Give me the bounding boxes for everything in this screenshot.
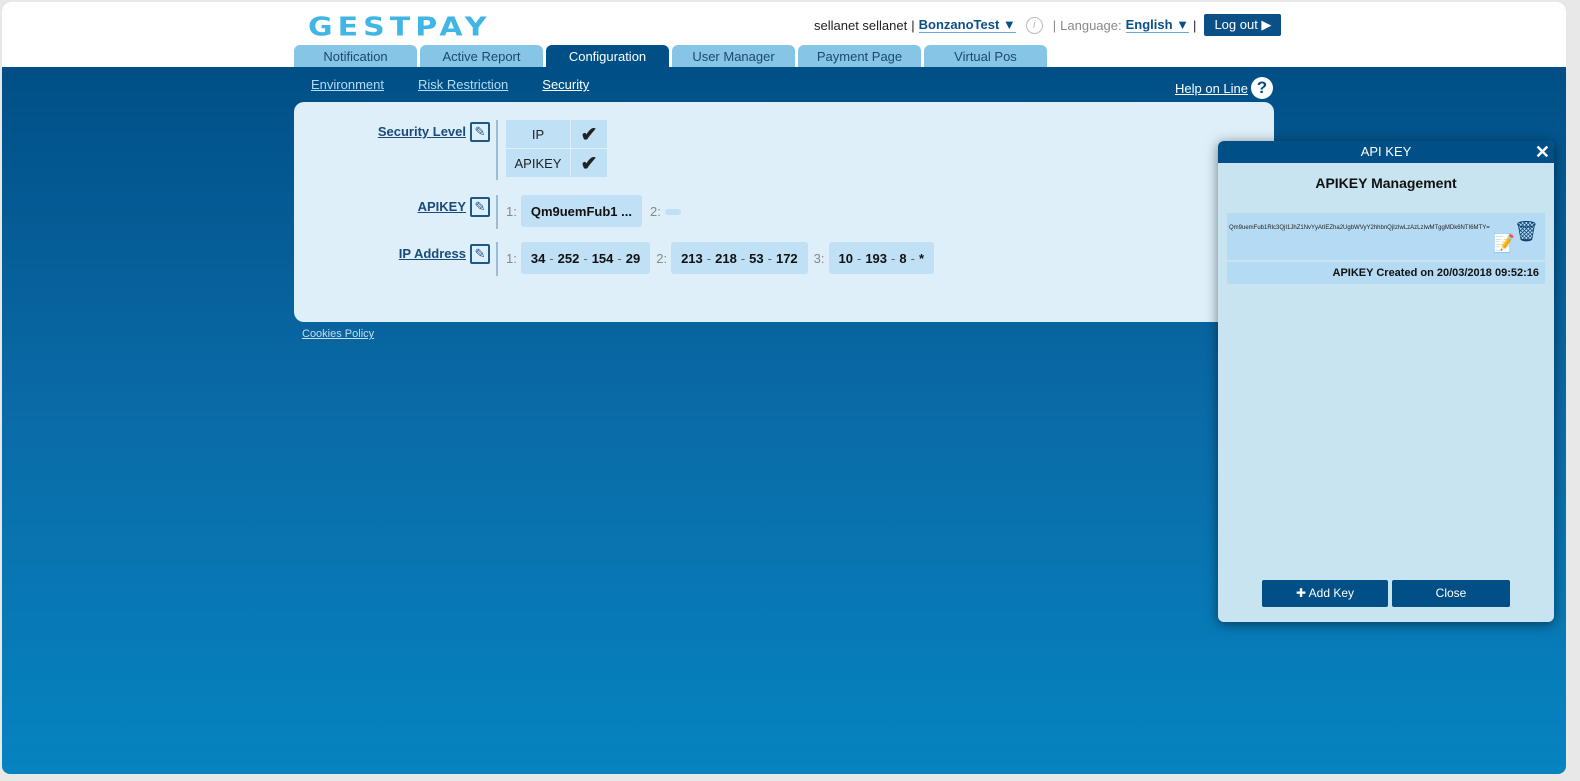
logout-button[interactable]: Log out ▶ [1204, 14, 1282, 36]
tab-user-manager[interactable]: User Manager [672, 45, 795, 67]
close-icon[interactable]: ✕ [1535, 142, 1550, 163]
ip-address-1: 34-252-154-29 [520, 242, 651, 274]
tab-virtual-pos[interactable]: Virtual Pos [924, 45, 1047, 67]
logo: GESTPAY [308, 12, 492, 43]
api-key-dialog: API KEY ✕ APIKEY Management Qm9uemFub1Rl… [1218, 141, 1554, 622]
subnav-risk-restriction[interactable]: Risk Restriction [418, 77, 508, 92]
apikey-created: APIKEY Created on 20/03/2018 09:52:16 [1227, 262, 1545, 284]
tab-notification[interactable]: Notification [294, 45, 417, 67]
add-key-button[interactable]: ✚ Add Key [1262, 580, 1388, 607]
edit-icon[interactable]: ✎ [470, 244, 490, 264]
tab-active-report[interactable]: Active Report [420, 45, 543, 67]
ip-address-link[interactable]: IP Address [294, 242, 466, 261]
info-icon[interactable]: i [1025, 16, 1043, 34]
close-button[interactable]: Close [1392, 580, 1510, 607]
copy-document-icon[interactable]: 📝 [1493, 233, 1515, 254]
level-ip: IP [506, 120, 570, 148]
tab-configuration[interactable]: Configuration [546, 45, 669, 67]
level-apikey: APIKEY [506, 149, 570, 177]
language-select[interactable]: English ▼ [1125, 17, 1190, 33]
apikey-full: Qm9uemFub1Rlc3QjI1JhZ1NvYyAtIEZha2UgbWVy… [1229, 225, 1490, 231]
dialog-title: API KEY [1218, 141, 1554, 163]
help-link[interactable]: Help on Line? [1175, 77, 1273, 99]
edit-icon[interactable]: ✎ [470, 197, 490, 217]
page: GESTPAY sellanet sellanet | BonzanoTest ▼… [2, 2, 1566, 774]
merchant-select[interactable]: BonzanoTest ▼ [918, 17, 1016, 33]
dialog-heading: APIKEY Management [1315, 175, 1457, 191]
language-label: Language: [1060, 17, 1122, 33]
cookies-policy-link[interactable]: Cookies Policy [302, 328, 374, 340]
main-tabs: Notification Active Report Configuration… [294, 45, 1047, 67]
apikey-link[interactable]: APIKEY [294, 195, 466, 214]
sub-nav: Environment Risk Restriction Security [311, 77, 589, 92]
header: GESTPAY sellanet sellanet | BonzanoTest ▼… [2, 2, 1566, 67]
security-level-link[interactable]: Security Level [294, 120, 466, 139]
edit-icon[interactable]: ✎ [470, 122, 490, 142]
subnav-environment[interactable]: Environment [311, 77, 384, 92]
help-icon: ? [1251, 77, 1273, 99]
ip-address-2: 213-218-53-172 [671, 242, 808, 274]
apikey-row: Qm9uemFub1Rlc3QjI1JhZ1NvYyAtIEZha2UgbWVy… [1227, 213, 1545, 260]
security-panel: Security Level ✎ IP ✔ APIKEY ✔ APIKEY ✎ 1:… [294, 102, 1274, 322]
security-levels: IP ✔ APIKEY ✔ [506, 120, 607, 177]
ip-address-3: 10-193-8- * [828, 242, 935, 274]
user-name: sellanet sellanet [814, 17, 908, 33]
check-icon: ✔ [571, 120, 607, 148]
subnav-security[interactable]: Security [542, 77, 589, 92]
trash-icon[interactable]: 🗑 [1514, 219, 1539, 244]
tab-payment-page[interactable]: Payment Page [798, 45, 921, 67]
check-icon: ✔ [571, 149, 607, 177]
user-bar: sellanet sellanet | BonzanoTest ▼ i | Lang… [814, 14, 1282, 36]
apikey-value-1[interactable]: Qm9uemFub1 ... [520, 195, 642, 227]
apikey-value-2[interactable] [664, 209, 681, 215]
